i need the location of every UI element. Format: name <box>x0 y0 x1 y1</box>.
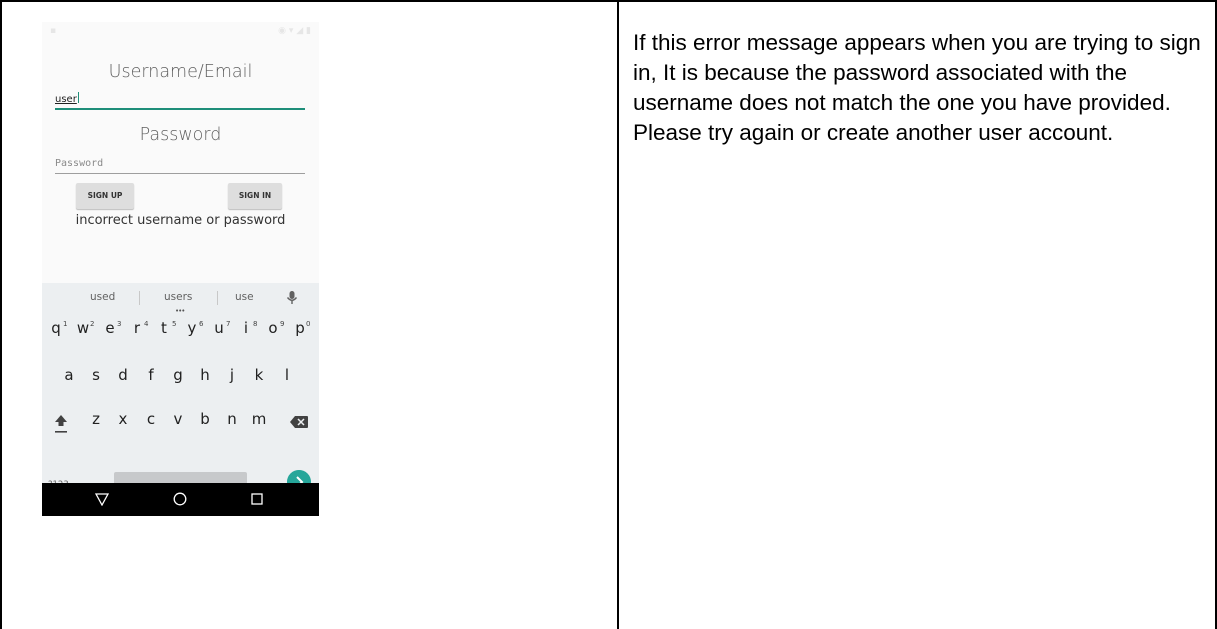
key[interactable]: f <box>139 366 163 384</box>
key[interactable]: v <box>166 410 190 428</box>
back-icon[interactable] <box>95 493 109 506</box>
notification-icon: ▪ <box>50 26 57 36</box>
table-border-top <box>0 0 1217 2</box>
password-input[interactable]: Password <box>55 156 305 172</box>
sign-in-button[interactable]: SIGN IN <box>228 183 282 209</box>
key[interactable]: n <box>220 410 244 428</box>
suggestion-divider <box>217 291 218 305</box>
key[interactable]: m <box>247 410 271 428</box>
password-underline <box>55 173 305 174</box>
key[interactable]: g <box>166 366 190 384</box>
more-suggestions-icon: ••• <box>175 307 185 315</box>
document-table: If this error message appears when you a… <box>0 0 1217 629</box>
key-number-hint: 9 <box>280 320 285 328</box>
key-number-hint: 3 <box>117 320 122 328</box>
shift-icon[interactable] <box>54 414 68 434</box>
description-text: If this error message appears when you a… <box>633 30 1201 145</box>
suggestion-divider <box>139 291 140 305</box>
key-number-hint: 6 <box>199 320 204 328</box>
key-number-hint: 5 <box>172 320 177 328</box>
username-title: Username/Email <box>108 62 253 82</box>
key[interactable]: c <box>139 410 163 428</box>
key[interactable]: d <box>111 366 135 384</box>
key-number-hint: 0 <box>306 320 311 328</box>
username-value: user <box>55 94 77 105</box>
error-message: incorrect username or password <box>75 213 286 228</box>
key-number-hint: 7 <box>226 320 231 328</box>
username-underline <box>55 108 305 110</box>
username-input[interactable]: user <box>55 92 305 108</box>
sign-up-button[interactable]: SIGN UP <box>76 183 134 209</box>
home-icon[interactable] <box>173 492 187 506</box>
status-bar: ▪ ◉ ▾ ◢ ▮ <box>42 22 319 40</box>
key-number-hint: 4 <box>144 320 149 328</box>
key[interactable]: l <box>275 366 299 384</box>
key[interactable]: z <box>84 410 108 428</box>
key-number-hint: 2 <box>90 320 95 328</box>
navigation-bar <box>42 483 319 516</box>
key[interactable]: x <box>111 410 135 428</box>
key-number-hint: 8 <box>253 320 258 328</box>
recent-apps-icon[interactable] <box>251 493 263 505</box>
key[interactable]: h <box>193 366 217 384</box>
phone-screenshot: ▪ ◉ ▾ ◢ ▮ Username/Email user Password P… <box>42 22 319 516</box>
status-icons: ◉ ▾ ◢ ▮ <box>278 26 311 36</box>
text-caret <box>77 92 79 103</box>
key[interactable]: b <box>193 410 217 428</box>
key[interactable]: j <box>220 366 244 384</box>
password-title: Password <box>139 125 222 145</box>
backspace-icon[interactable] <box>290 416 308 428</box>
mic-icon[interactable] <box>285 290 299 306</box>
suggestion-item[interactable]: users <box>164 291 192 303</box>
soft-keyboard: used users use ••• q w e r t y u i o p 1… <box>42 283 319 494</box>
suggestion-item[interactable]: used <box>90 291 115 303</box>
key[interactable]: a <box>57 366 81 384</box>
key[interactable]: k <box>247 366 271 384</box>
table-border-left <box>0 0 2 629</box>
key-number-hint: 1 <box>63 320 68 328</box>
suggestion-strip: used users use ••• <box>42 283 319 315</box>
suggestion-item[interactable]: use <box>235 291 254 303</box>
table-column-divider <box>617 0 619 629</box>
key[interactable]: s <box>84 366 108 384</box>
